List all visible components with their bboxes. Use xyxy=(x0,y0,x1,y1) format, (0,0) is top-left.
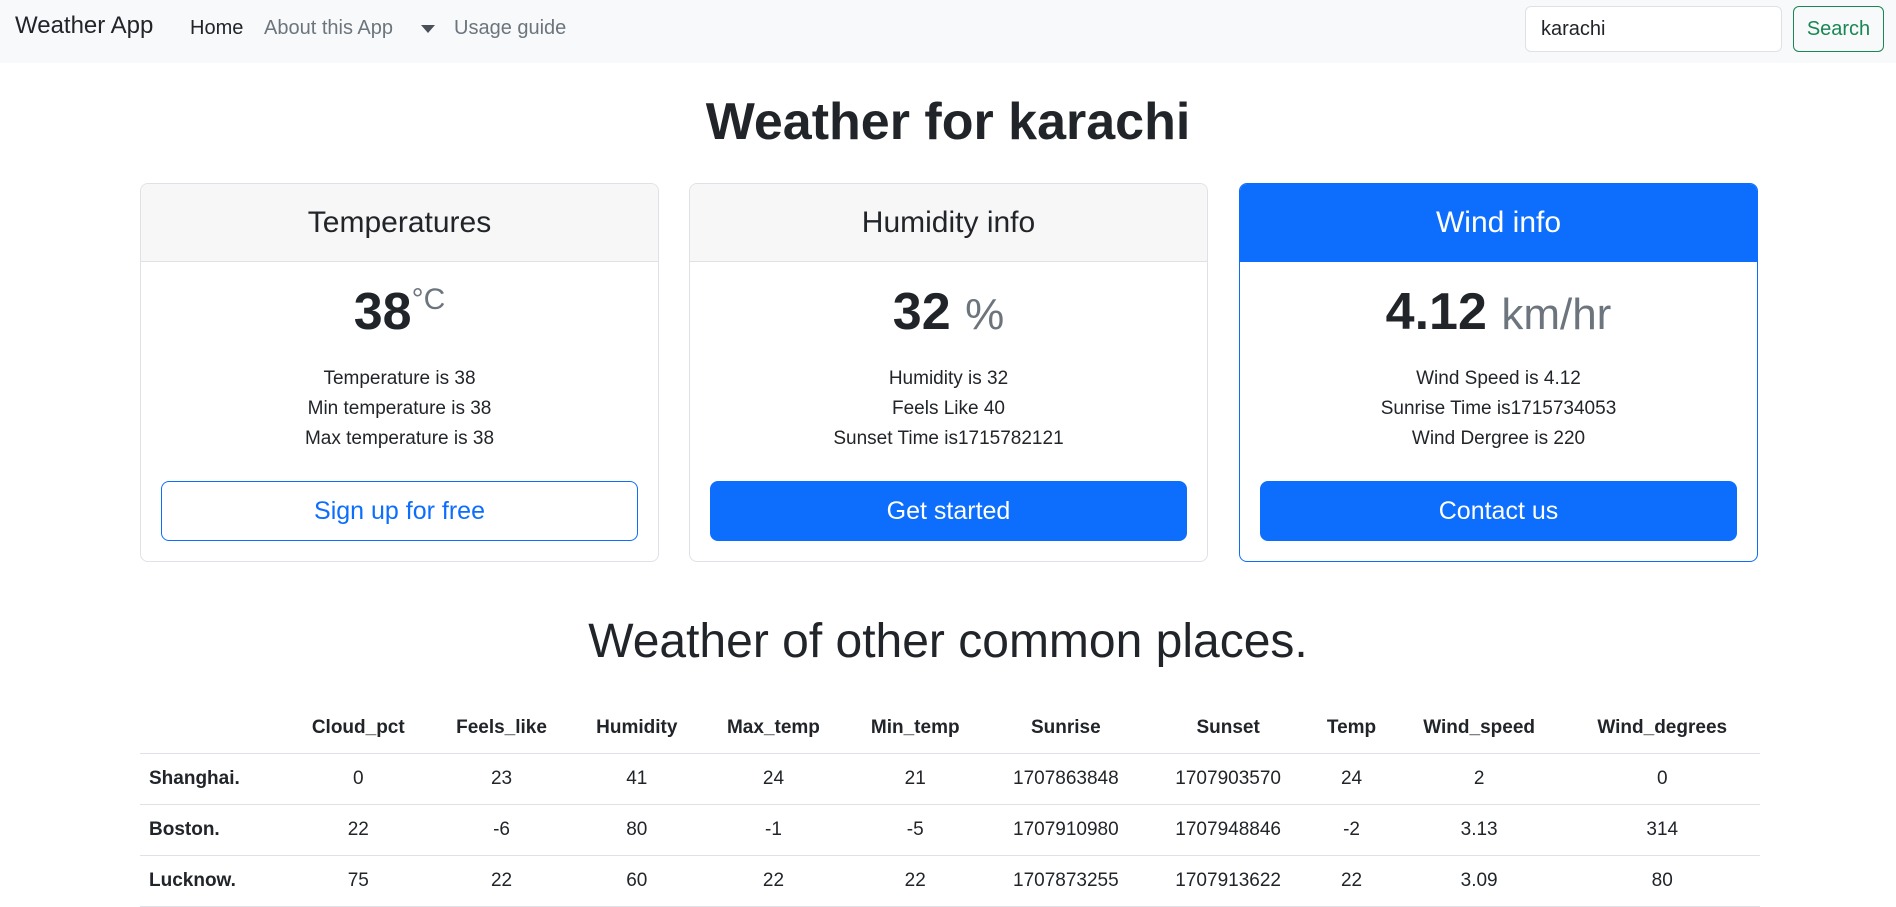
column-header: Sunset xyxy=(1146,703,1310,754)
column-header xyxy=(140,703,286,754)
humidity-unit: % xyxy=(965,290,1005,339)
table-cell: 21 xyxy=(845,753,985,805)
column-header: Wind_speed xyxy=(1393,703,1565,754)
temperature-details: Temperature is 38 Min temperature is 38 … xyxy=(141,364,658,454)
table-cell: 22 xyxy=(1309,855,1394,907)
table-cell: 3.13 xyxy=(1393,804,1565,856)
table-cell: 60 xyxy=(572,855,702,907)
city-cell: Shanghai. xyxy=(140,753,286,805)
section-title: Weather of other common places. xyxy=(588,615,1308,668)
column-header: Max_temp xyxy=(701,703,846,754)
table-cell: 22 xyxy=(430,855,573,907)
table-cell: 80 xyxy=(1564,855,1760,907)
search-button[interactable]: Search xyxy=(1793,6,1884,52)
table-row: Shanghai. 0 23 41 24 21 1707863848 17079… xyxy=(140,753,1760,805)
wind-unit: km/hr xyxy=(1501,290,1612,339)
sign-up-button[interactable]: Sign up for free xyxy=(161,481,638,541)
humidity-number: 32 xyxy=(892,283,951,341)
nav-about[interactable]: About this App xyxy=(264,17,393,40)
table-cell: 1707873255 xyxy=(984,855,1147,907)
table-cell: 24 xyxy=(701,753,846,805)
feels-like-line: Feels Like 40 xyxy=(891,398,1005,419)
table-cell: -2 xyxy=(1309,804,1394,856)
wind-number: 4.12 xyxy=(1385,283,1487,341)
sunrise-line: Sunrise Time is1715734053 xyxy=(1380,398,1617,419)
table-cell: 1707903570 xyxy=(1146,753,1310,805)
wind-card: Wind info 4.12 km/hr Wind Speed is 4.12 … xyxy=(1239,183,1758,562)
contact-us-button[interactable]: Contact us xyxy=(1260,481,1737,541)
table-row: Lucknow. 75 22 60 22 22 1707873255 17079… xyxy=(140,855,1760,907)
page-title: Weather for karachi xyxy=(705,93,1191,151)
card-header: Temperatures xyxy=(141,184,658,262)
nav-usage-guide[interactable]: Usage guide xyxy=(454,17,566,40)
column-header: Wind_degrees xyxy=(1564,703,1760,754)
wind-value: 4.12 km/hr xyxy=(1240,282,1757,342)
table-cell: 2 xyxy=(1393,753,1565,805)
card-header: Wind info xyxy=(1240,184,1757,262)
card-header: Humidity info xyxy=(690,184,1207,262)
table-cell: 22 xyxy=(701,855,846,907)
wind-degree-line: Wind Dergree is 220 xyxy=(1411,428,1586,449)
min-temperature-line: Min temperature is 38 xyxy=(307,398,492,419)
column-header: Cloud_pct xyxy=(285,703,431,754)
temperature-number: 38 xyxy=(353,283,412,341)
table-cell: 0 xyxy=(1564,753,1760,805)
navbar: Weather App Home About this App Usage gu… xyxy=(0,0,1896,63)
wind-speed-line: Wind Speed is 4.12 xyxy=(1416,368,1581,389)
column-header: Humidity xyxy=(572,703,702,754)
table-cell: 22 xyxy=(285,804,431,856)
sunset-line: Sunset Time is1715782121 xyxy=(833,428,1064,449)
search-input[interactable] xyxy=(1525,6,1782,52)
table-cell: 41 xyxy=(572,753,702,805)
table-cell: -6 xyxy=(430,804,573,856)
max-temperature-line: Max temperature is 38 xyxy=(304,428,495,449)
table-cell: 3.09 xyxy=(1393,855,1565,907)
column-header: Sunrise xyxy=(984,703,1147,754)
city-cell: Lucknow. xyxy=(140,855,286,907)
table-cell: 75 xyxy=(285,855,431,907)
humidity-line: Humidity is 32 xyxy=(888,368,1009,389)
temperature-unit: °C xyxy=(411,283,446,316)
table-cell: 24 xyxy=(1309,753,1394,805)
table-cell: 22 xyxy=(845,855,985,907)
get-started-button[interactable]: Get started xyxy=(710,481,1187,541)
table-cell: 23 xyxy=(430,753,573,805)
table-cell: -5 xyxy=(845,804,985,856)
table-cell: 0 xyxy=(285,753,431,805)
table-cell: 1707948846 xyxy=(1146,804,1310,856)
column-header: Temp xyxy=(1309,703,1394,754)
brand-logo[interactable]: Weather App xyxy=(15,12,153,40)
city-cell: Boston. xyxy=(140,804,286,856)
humidity-card: Humidity info 32 % Humidity is 32 Feels … xyxy=(689,183,1208,562)
temperature-value: 38°C xyxy=(141,282,658,342)
table-cell: 1707910980 xyxy=(984,804,1147,856)
table-cell: 1707863848 xyxy=(984,753,1147,805)
wind-details: Wind Speed is 4.12 Sunrise Time is171573… xyxy=(1240,364,1757,454)
humidity-details: Humidity is 32 Feels Like 40 Sunset Time… xyxy=(690,364,1207,454)
table-header-row: Cloud_pct Feels_like Humidity Max_temp M… xyxy=(140,703,1760,754)
temperatures-card: Temperatures 38°C Temperature is 38 Min … xyxy=(140,183,659,562)
temperature-line: Temperature is 38 xyxy=(323,368,476,389)
weather-table: Cloud_pct Feels_like Humidity Max_temp M… xyxy=(140,703,1760,907)
table-row: Boston. 22 -6 80 -1 -5 1707910980 170794… xyxy=(140,804,1760,856)
column-header: Min_temp xyxy=(845,703,985,754)
table-cell: -1 xyxy=(701,804,846,856)
nav-home[interactable]: Home xyxy=(190,17,243,40)
chevron-down-icon[interactable] xyxy=(421,25,435,33)
table-cell: 1707913622 xyxy=(1146,855,1310,907)
humidity-value: 32 % xyxy=(690,282,1207,342)
column-header: Feels_like xyxy=(430,703,573,754)
table-cell: 314 xyxy=(1564,804,1760,856)
table-cell: 80 xyxy=(572,804,702,856)
